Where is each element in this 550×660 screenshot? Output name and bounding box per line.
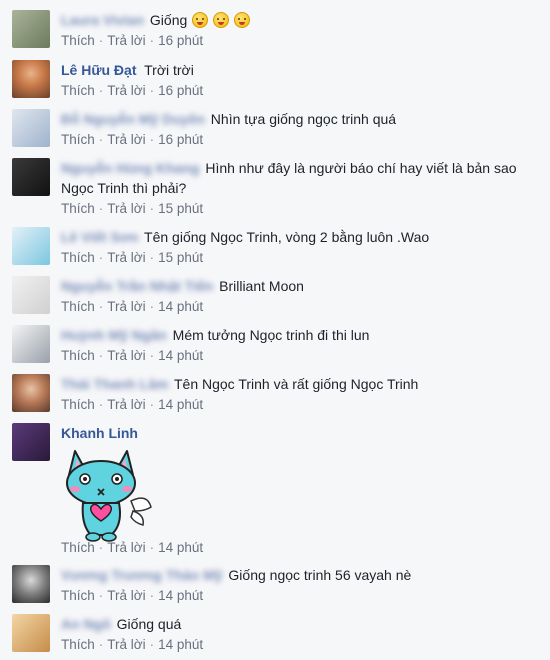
separator: ·	[149, 201, 155, 216]
like-link[interactable]: Thích	[61, 540, 95, 555]
emoji-icon	[192, 12, 209, 28]
timestamp[interactable]: 14 phút	[158, 540, 203, 555]
like-link[interactable]: Thích	[61, 250, 95, 265]
timestamp[interactable]: 16 phút	[158, 83, 203, 98]
timestamp[interactable]: 14 phút	[158, 397, 203, 412]
avatar[interactable]	[12, 109, 50, 147]
commenter-name[interactable]: Vương Trương Thảo Mỹ	[61, 565, 223, 585]
reply-link[interactable]: Trả lời	[107, 83, 145, 98]
separator: ·	[98, 397, 104, 412]
comment-text: Giống	[149, 12, 188, 28]
comment-text: Giống quá	[116, 616, 182, 632]
reply-link[interactable]: Trả lời	[107, 637, 145, 652]
avatar[interactable]	[12, 60, 50, 98]
commenter-name[interactable]: An Ngô	[61, 614, 111, 634]
like-link[interactable]: Thích	[61, 132, 95, 147]
emoji-icon	[213, 12, 230, 28]
separator: ·	[98, 637, 104, 652]
reply-link[interactable]: Trả lời	[107, 201, 145, 216]
separator: ·	[149, 83, 155, 98]
commenter-name[interactable]: Lê Viết Sơn	[61, 227, 138, 247]
separator: ·	[98, 33, 104, 48]
separator: ·	[149, 637, 155, 652]
comment-text: Giống ngọc trinh 56 vayah nè	[228, 567, 412, 583]
reply-link[interactable]: Trả lời	[107, 250, 145, 265]
comment-text: Mém tưởng Ngọc trinh đi thi lun	[172, 327, 370, 343]
commenter-name[interactable]: Laura Vivian	[61, 10, 144, 30]
timestamp[interactable]: 15 phút	[158, 250, 203, 265]
separator: ·	[98, 348, 104, 363]
reply-link[interactable]: Trả lời	[107, 397, 145, 412]
separator: ·	[149, 540, 155, 555]
cat-sticker-icon	[66, 450, 152, 542]
emoji-icon	[233, 12, 250, 28]
separator: ·	[98, 83, 104, 98]
commenter-name[interactable]: Lê Hữu Đạt	[61, 62, 136, 78]
comment-text: Trời trời	[144, 62, 194, 78]
reply-link[interactable]: Trả lời	[107, 588, 145, 603]
separator: ·	[149, 250, 155, 265]
separator: ·	[98, 201, 104, 216]
like-link[interactable]: Thích	[61, 201, 95, 216]
like-link[interactable]: Thích	[61, 588, 95, 603]
separator: ·	[149, 33, 155, 48]
like-link[interactable]: Thích	[61, 397, 95, 412]
like-link[interactable]: Thích	[61, 299, 95, 314]
reply-link[interactable]: Trả lời	[107, 299, 145, 314]
reply-link[interactable]: Trả lời	[107, 33, 145, 48]
avatar[interactable]	[12, 374, 50, 412]
like-link[interactable]: Thích	[61, 637, 95, 652]
comment-text: Nhìn tựa giống ngọc trinh quá	[210, 111, 397, 127]
timestamp[interactable]: 15 phút	[158, 201, 203, 216]
timestamp[interactable]: 14 phút	[158, 637, 203, 652]
commenter-name[interactable]: Khanh Linh	[61, 425, 138, 441]
reply-link[interactable]: Trả lời	[107, 132, 145, 147]
reply-link[interactable]: Trả lời	[107, 348, 145, 363]
timestamp[interactable]: 14 phút	[158, 348, 203, 363]
commenter-name[interactable]: Huỳnh Mỹ Ngân	[61, 325, 167, 345]
like-link[interactable]: Thích	[61, 33, 95, 48]
avatar[interactable]	[12, 10, 50, 48]
comment-text: Tên Ngọc Trinh và rất giống Ngọc Trinh	[173, 376, 419, 392]
separator: ·	[98, 588, 104, 603]
separator: ·	[149, 299, 155, 314]
timestamp[interactable]: 14 phút	[158, 588, 203, 603]
reply-link[interactable]: Trả lời	[107, 540, 145, 555]
avatar[interactable]	[12, 614, 50, 652]
separator: ·	[149, 588, 155, 603]
timestamp[interactable]: 16 phút	[158, 132, 203, 147]
separator: ·	[149, 132, 155, 147]
separator: ·	[98, 299, 104, 314]
like-link[interactable]: Thích	[61, 83, 95, 98]
avatar[interactable]	[12, 158, 50, 196]
separator: ·	[149, 397, 155, 412]
commenter-name[interactable]: Đỗ Nguyễn Mỹ Duyên	[61, 109, 205, 129]
commenter-name[interactable]: Nguyễn Trần Nhật Tiến	[61, 276, 213, 296]
like-link[interactable]: Thích	[61, 348, 95, 363]
comment-text: Brilliant Moon	[219, 278, 304, 294]
separator: ·	[149, 348, 155, 363]
timestamp[interactable]: 14 phút	[158, 299, 203, 314]
timestamp[interactable]: 16 phút	[158, 33, 203, 48]
commenter-name[interactable]: Nguyễn Hùng Khang	[61, 158, 199, 178]
separator: ·	[98, 132, 104, 147]
commenter-name[interactable]: Thái Thanh Lâm	[61, 374, 168, 394]
avatar[interactable]	[12, 227, 50, 265]
avatar[interactable]	[12, 423, 50, 461]
separator: ·	[98, 540, 104, 555]
separator: ·	[98, 250, 104, 265]
avatar[interactable]	[12, 565, 50, 603]
comment-text: Tên giống Ngọc Trinh, vòng 2 bằng luôn .…	[144, 229, 430, 245]
avatar[interactable]	[12, 276, 50, 314]
avatar[interactable]	[12, 325, 50, 363]
